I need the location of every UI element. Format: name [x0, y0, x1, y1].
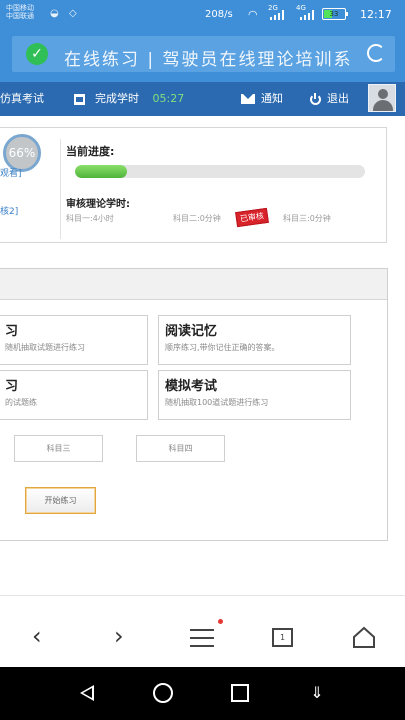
completed-hours: 完成学时 05:27 — [74, 82, 184, 116]
signal-icon — [270, 10, 284, 20]
tile-desc: 随机抽取100道试题进行练习 — [165, 398, 269, 407]
tile-desc: 顺序练习,带你记住正确的答案。 — [165, 343, 280, 352]
tile-title: 习 — [5, 379, 19, 394]
status-bar: 中国移动 中国联通 ◒ ◇ 208/s ◠ 2G 4G 33 12:17 — [0, 0, 405, 30]
completed-hours-value: 05:27 — [152, 92, 185, 105]
subject-3-hours: 科目三:0分钟 — [283, 214, 331, 223]
clock: 12:17 — [360, 8, 392, 21]
net-speed: 208/s — [205, 9, 233, 20]
system-home-icon[interactable] — [153, 683, 173, 703]
system-nav-bar: ⇓ — [0, 667, 405, 720]
watch-link[interactable]: 观看] — [0, 166, 22, 179]
practice-tile-memory[interactable]: 阅读记忆 顺序练习,带你记住正确的答案。 — [158, 315, 351, 365]
tabs-icon[interactable]: 1 — [272, 628, 293, 647]
check-icon: ✓ — [26, 43, 48, 65]
calendar-icon — [74, 93, 85, 105]
carrier-2: 中国联通 — [6, 12, 34, 20]
notify-button[interactable]: 通知 — [241, 82, 283, 116]
subject-1-hours: 科目一:4小时 — [66, 214, 114, 223]
start-practice-button[interactable]: 开始练习 — [25, 487, 96, 514]
review-hours-label: 审核理论学时: — [66, 199, 130, 210]
title-box: ✓ 在线练习 | 驾驶员在线理论培训系 — [12, 36, 395, 72]
forward-icon[interactable]: › — [114, 624, 124, 648]
exam-link[interactable]: 仿真考试 — [0, 82, 44, 116]
signal-icon-2 — [300, 10, 314, 20]
divider — [60, 139, 61, 239]
avatar-icon — [378, 89, 388, 99]
system-recents-icon[interactable] — [231, 684, 249, 702]
subject-4-button[interactable]: 科目四 — [136, 435, 225, 462]
battery-level: 33 — [329, 10, 339, 18]
menu-badge — [218, 619, 223, 624]
logout-label: 退出 — [327, 92, 349, 105]
subject-3-button[interactable]: 科目三 — [14, 435, 103, 462]
completed-hours-label: 完成学时 — [95, 92, 139, 105]
practice-tile-mock-exam[interactable]: 模拟考试 随机抽取100道试题进行练习 — [158, 370, 351, 420]
battery-icon: 33 — [322, 8, 348, 20]
tile-desc: 的试题练 — [5, 398, 37, 407]
toolbar: 仿真考试 完成学时 05:27 通知 退出 — [0, 82, 405, 116]
tile-title: 阅读记忆 — [165, 324, 218, 339]
progress-label: 当前进度: — [66, 145, 115, 158]
back-icon[interactable]: ‹ — [32, 624, 42, 648]
progress-bar — [75, 165, 365, 178]
home-icon[interactable] — [352, 626, 376, 648]
review-link[interactable]: 核2] — [0, 204, 18, 217]
power-icon — [310, 92, 321, 105]
mail-icon — [241, 94, 255, 104]
browser-toolbar: ‹ › 1 — [0, 595, 405, 668]
practice-tile-wrong[interactable]: 习 的试题练 — [0, 370, 148, 420]
subject-2-hours: 科目二:0分钟 — [173, 214, 221, 223]
app-title: 在线练习 | 驾驶员在线理论培训系 — [64, 50, 353, 70]
progress-bar-fill — [75, 165, 128, 178]
app-header: ✓ 在线练习 | 驾驶员在线理论培训系 — [0, 30, 405, 82]
tile-title: 习 — [5, 324, 19, 339]
menu-icon[interactable] — [190, 629, 214, 647]
progress-card — [0, 127, 387, 243]
practice-tile-random[interactable]: 习 随机抽取试题进行练习 — [0, 315, 148, 365]
tile-desc: 随机抽取试题进行练习 — [5, 343, 85, 352]
system-notification-down-icon[interactable]: ⇓ — [308, 684, 326, 702]
notify-label: 通知 — [261, 92, 283, 105]
tile-title: 模拟考试 — [165, 379, 218, 394]
carrier-labels: 中国移动 中国联通 — [6, 4, 34, 20]
wifi-icon: ◠ — [248, 8, 258, 21]
panel-header — [0, 269, 387, 300]
avatar[interactable] — [368, 84, 396, 112]
shield-icon: ◇ — [69, 8, 77, 19]
logout-button[interactable]: 退出 — [310, 82, 349, 116]
notification-icon: ◒ — [50, 8, 59, 19]
refresh-icon[interactable] — [367, 44, 385, 62]
carrier-1: 中国移动 — [6, 4, 34, 12]
